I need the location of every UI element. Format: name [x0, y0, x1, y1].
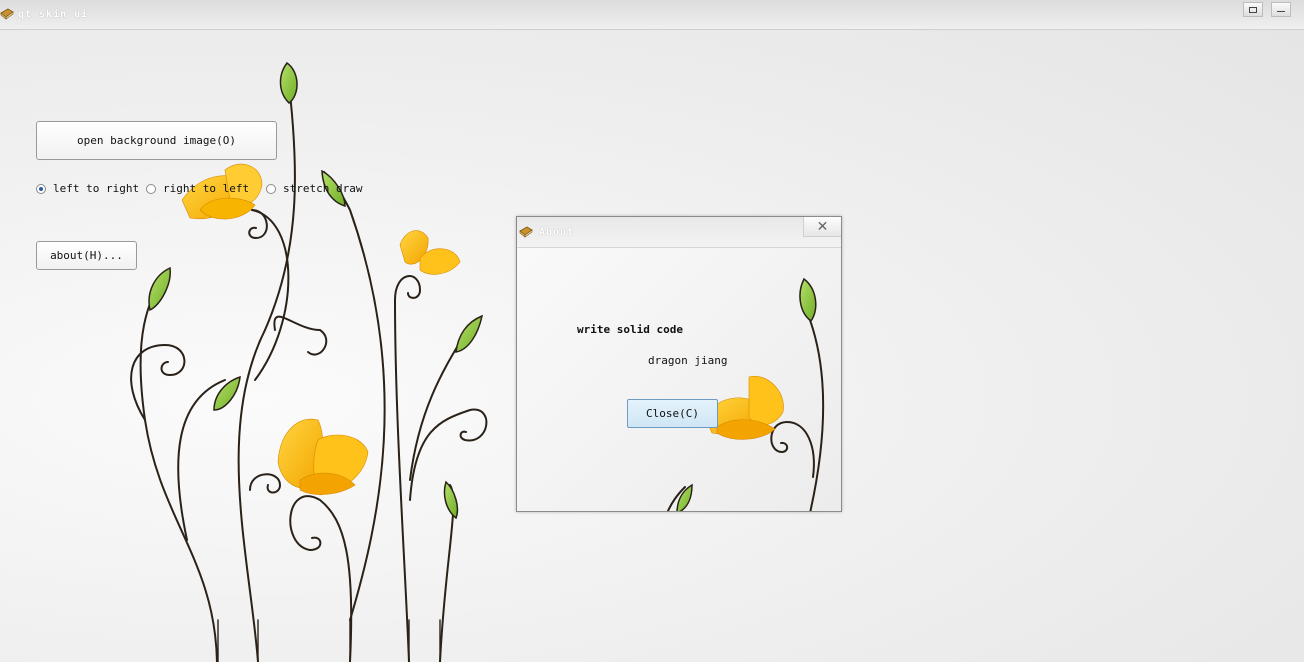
radio-right-to-left[interactable]: right to left — [146, 182, 249, 195]
radio-label: left to right — [53, 182, 140, 195]
radio-indicator[interactable] — [266, 183, 276, 194]
radio-indicator[interactable] — [146, 183, 156, 194]
open-background-image-button[interactable]: open background image(O) — [36, 121, 277, 160]
radio-label: right to left — [163, 182, 250, 195]
about-dialog: About ✕ write solid code dragon jiang Cl… — [516, 216, 842, 512]
about-button[interactable]: about(H)... — [36, 241, 137, 270]
radio-stretch-draw[interactable]: stretch draw — [266, 182, 362, 195]
radio-label: stretch draw — [283, 182, 363, 195]
radio-indicator-checked[interactable] — [36, 183, 46, 194]
dialog-title: About — [539, 227, 575, 238]
dialog-heading: write solid code — [577, 323, 683, 336]
book-icon — [519, 226, 533, 238]
dialog-close-button[interactable]: ✕ — [803, 217, 841, 237]
dialog-author: dragon jiang — [648, 354, 728, 367]
radio-left-to-right[interactable]: left to right — [36, 182, 139, 195]
close-button[interactable]: Close(C) — [627, 399, 718, 428]
dialog-title-bar: About ✕ — [517, 217, 841, 248]
close-icon: ✕ — [816, 218, 829, 235]
